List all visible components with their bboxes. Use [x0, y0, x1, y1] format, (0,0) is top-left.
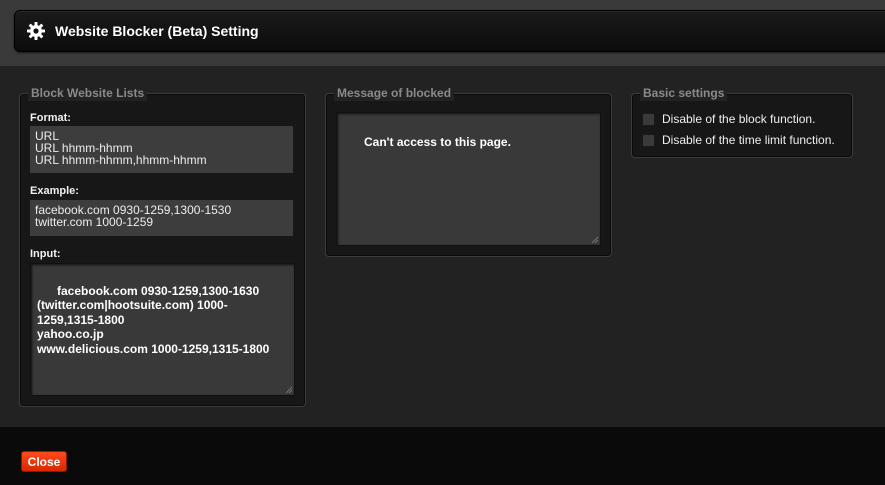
- basic-settings-legend: Basic settings: [640, 85, 728, 101]
- format-value: URL URL hhmm-hhmm URL hhmm-hhmm,hhmm-hhm…: [30, 126, 293, 173]
- message-legend: Message of blocked: [334, 85, 455, 101]
- disable-time-limit-option[interactable]: Disable of the time limit function.: [642, 133, 835, 147]
- resize-grip-icon[interactable]: [591, 236, 599, 244]
- blocked-message-input[interactable]: Can't access to this page.: [336, 112, 601, 246]
- settings-area: Block Website Lists Format: URL URL hhmm…: [0, 66, 885, 427]
- block-list-input[interactable]: facebook.com 0930-1259,1300-1630 (twitte…: [30, 263, 295, 396]
- disable-time-limit-label: Disable of the time limit function.: [662, 133, 835, 147]
- gear-icon: [26, 21, 46, 41]
- disable-block-label: Disable of the block function.: [662, 112, 816, 126]
- title-bar: Website Blocker (Beta) Setting: [14, 10, 885, 52]
- window-title: Website Blocker (Beta) Setting: [55, 23, 259, 39]
- input-label: Input:: [30, 248, 61, 260]
- block-lists-panel: Block Website Lists Format: URL URL hhmm…: [19, 85, 306, 407]
- format-label: Format:: [30, 112, 71, 124]
- disable-time-limit-checkbox[interactable]: [642, 133, 655, 147]
- footer-bar: Close: [0, 427, 885, 485]
- block-lists-legend: Block Website Lists: [28, 85, 148, 101]
- block-list-input-text: facebook.com 0930-1259,1300-1630 (twitte…: [37, 283, 270, 356]
- blocked-message-text: Can't access to this page.: [364, 134, 511, 149]
- message-panel: Message of blocked Can't access to this …: [325, 85, 612, 257]
- disable-block-option[interactable]: Disable of the block function.: [642, 112, 815, 126]
- basic-settings-panel: Basic settings Disable of the block func…: [631, 85, 853, 158]
- example-label: Example:: [30, 185, 79, 197]
- disable-block-checkbox[interactable]: [642, 112, 655, 126]
- example-value: facebook.com 0930-1259,1300-1530 twitter…: [30, 200, 293, 236]
- close-button[interactable]: Close: [21, 451, 67, 472]
- resize-grip-icon[interactable]: [285, 386, 293, 394]
